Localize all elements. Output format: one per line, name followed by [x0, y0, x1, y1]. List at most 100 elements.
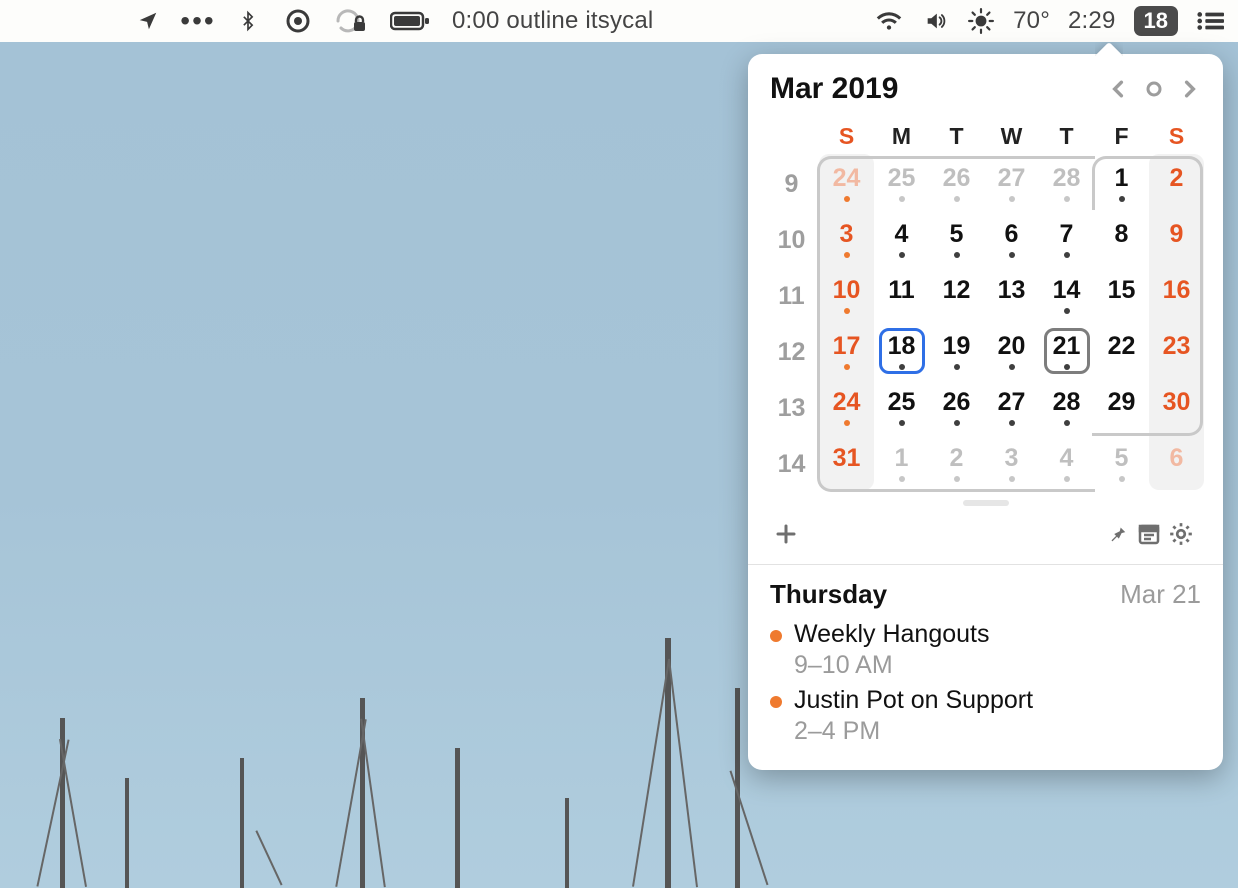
prev-month-button[interactable]: [1107, 78, 1129, 100]
day-cell[interactable]: 19: [929, 324, 984, 380]
day-cell[interactable]: 13: [984, 268, 1039, 324]
day-cell[interactable]: 5: [929, 212, 984, 268]
day-cell[interactable]: 7: [1039, 212, 1094, 268]
day-number: 27: [998, 166, 1026, 191]
clock-text[interactable]: 2:29: [1068, 7, 1116, 35]
day-cell[interactable]: 3: [819, 212, 874, 268]
day-cell[interactable]: 2: [929, 436, 984, 492]
event-dot: [954, 252, 960, 258]
day-cell[interactable]: 22: [1094, 324, 1149, 380]
day-cell[interactable]: 25: [874, 380, 929, 436]
event-dot: [954, 420, 960, 426]
day-number: 5: [1115, 446, 1129, 471]
day-number: 13: [998, 278, 1026, 303]
day-number: 14: [1053, 278, 1081, 303]
day-cell[interactable]: 21: [1039, 324, 1094, 380]
day-cell[interactable]: 1: [1094, 156, 1149, 212]
day-cell[interactable]: 30: [1149, 380, 1204, 436]
sync-lock-icon[interactable]: [334, 7, 368, 35]
pin-button[interactable]: [1101, 518, 1133, 550]
day-cell[interactable]: 6: [984, 212, 1039, 268]
day-cell[interactable]: 16: [1149, 268, 1204, 324]
day-cell[interactable]: 9: [1149, 212, 1204, 268]
day-number: 1: [1115, 166, 1129, 191]
dow-header: S: [1149, 116, 1204, 156]
event-dot: [1064, 420, 1070, 426]
day-cell[interactable]: 20: [984, 324, 1039, 380]
add-event-button[interactable]: [770, 518, 802, 550]
event-dot: [1119, 476, 1125, 482]
day-cell[interactable]: 28: [1039, 156, 1094, 212]
day-cell[interactable]: 29: [1094, 380, 1149, 436]
day-number: 19: [943, 334, 971, 359]
event-title: Justin Pot on Support: [794, 686, 1033, 715]
day-cell[interactable]: 23: [1149, 324, 1204, 380]
next-month-button[interactable]: [1179, 78, 1201, 100]
calendar-app-button[interactable]: [1133, 518, 1165, 550]
day-cell[interactable]: 11: [874, 268, 929, 324]
event-dot: [1009, 420, 1015, 426]
day-number: 16: [1163, 278, 1191, 303]
event-dot: [1064, 308, 1070, 314]
day-cell[interactable]: 4: [1039, 436, 1094, 492]
day-cell[interactable]: 24: [819, 156, 874, 212]
menubar-date-pill[interactable]: 18: [1134, 6, 1178, 36]
day-number: 6: [1005, 222, 1019, 247]
day-number: 4: [1060, 446, 1074, 471]
now-playing-text[interactable]: 0:00 outline itsycal: [452, 7, 653, 35]
wifi-icon[interactable]: [875, 7, 903, 35]
record-icon[interactable]: [284, 7, 312, 35]
today-button[interactable]: [1143, 78, 1165, 100]
day-cell[interactable]: 5: [1094, 436, 1149, 492]
day-number: 30: [1163, 390, 1191, 415]
day-cell[interactable]: 8: [1094, 212, 1149, 268]
day-number: 26: [943, 166, 971, 191]
day-cell[interactable]: 2: [1149, 156, 1204, 212]
event-dot: [1009, 196, 1015, 202]
day-cell[interactable]: 15: [1094, 268, 1149, 324]
day-cell[interactable]: 18: [874, 324, 929, 380]
day-number: 3: [1005, 446, 1019, 471]
event-dot: [899, 252, 905, 258]
day-cell[interactable]: 3: [984, 436, 1039, 492]
day-cell[interactable]: 26: [929, 156, 984, 212]
day-number: 7: [1060, 222, 1074, 247]
day-cell[interactable]: 24: [819, 380, 874, 436]
more-icon[interactable]: •••: [184, 7, 212, 35]
day-cell[interactable]: 28: [1039, 380, 1094, 436]
dow-header: F: [1094, 116, 1149, 156]
day-cell[interactable]: 31: [819, 436, 874, 492]
menu-list-icon[interactable]: [1196, 7, 1224, 35]
day-cell[interactable]: 6: [1149, 436, 1204, 492]
day-cell[interactable]: 27: [984, 380, 1039, 436]
weather-icon[interactable]: [967, 7, 995, 35]
day-cell[interactable]: 12: [929, 268, 984, 324]
settings-button[interactable]: [1165, 518, 1197, 550]
bluetooth-icon[interactable]: [234, 7, 262, 35]
day-number: 1: [895, 446, 909, 471]
day-number: 17: [833, 334, 861, 359]
day-cell[interactable]: 25: [874, 156, 929, 212]
battery-icon[interactable]: [390, 7, 430, 35]
temperature-text[interactable]: 70°: [1013, 7, 1050, 35]
location-icon[interactable]: [134, 7, 162, 35]
day-cell[interactable]: 27: [984, 156, 1039, 212]
day-cell[interactable]: 4: [874, 212, 929, 268]
event-color-dot: [770, 696, 782, 708]
resize-handle[interactable]: [963, 500, 1009, 506]
event-dot: [844, 420, 850, 426]
dow-header: T: [1039, 116, 1094, 156]
day-cell[interactable]: 26: [929, 380, 984, 436]
day-cell[interactable]: 17: [819, 324, 874, 380]
event-dot: [1009, 364, 1015, 370]
volume-icon[interactable]: [921, 7, 949, 35]
day-cell[interactable]: 10: [819, 268, 874, 324]
agenda-event[interactable]: Justin Pot on Support2–4 PM: [770, 686, 1201, 746]
dow-header: T: [929, 116, 984, 156]
agenda-event[interactable]: Weekly Hangouts9–10 AM: [770, 620, 1201, 680]
day-cell[interactable]: 1: [874, 436, 929, 492]
event-dot: [954, 476, 960, 482]
day-cell[interactable]: 14: [1039, 268, 1094, 324]
event-title: Weekly Hangouts: [794, 620, 989, 649]
week-number: 11: [764, 268, 819, 324]
